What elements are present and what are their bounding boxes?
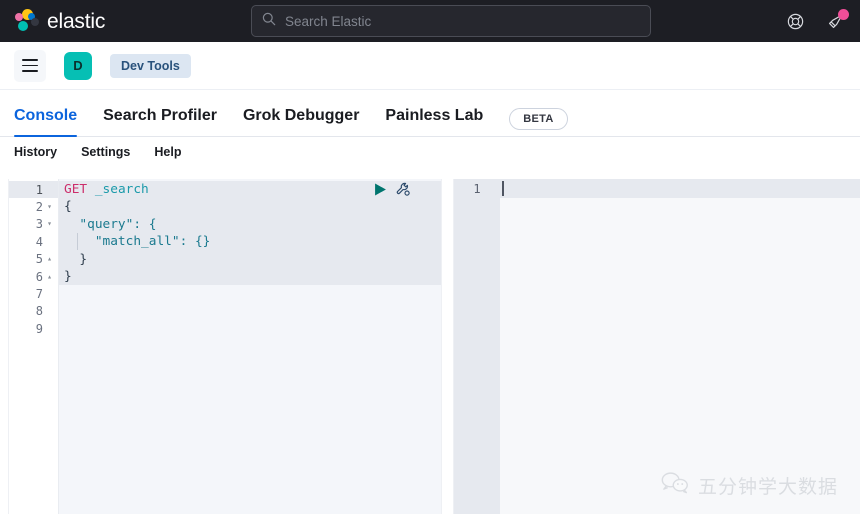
endpoint-path-token: _search	[87, 182, 149, 197]
output-gutter: 1	[454, 179, 500, 514]
response-output[interactable]: 1	[454, 179, 860, 514]
gutter-line[interactable]: 5▴	[9, 251, 58, 268]
fold-toggle-icon[interactable]: ▴	[46, 273, 53, 281]
gutter-line[interactable]: 9▾	[9, 320, 58, 337]
output-current-line-highlight	[500, 179, 860, 198]
tab-painless-lab[interactable]: Painless Lab	[385, 107, 483, 136]
code-line[interactable]: "query": {	[59, 216, 441, 233]
output-text-caret	[502, 181, 504, 196]
gutter-line-number: 4	[36, 235, 43, 249]
notification-badge	[838, 9, 849, 20]
pane-resize-handle[interactable]	[441, 179, 454, 514]
breadcrumb-bar: D Dev Tools	[0, 42, 860, 90]
left-rail	[0, 179, 9, 514]
beta-badge: BETA	[509, 108, 567, 130]
wrench-context-menu-icon[interactable]	[396, 182, 411, 197]
gutter-line-number: 5	[36, 252, 43, 266]
search-icon	[262, 12, 276, 31]
megaphone-announcement-icon[interactable]	[822, 8, 848, 34]
tab-bar: Console Search Profiler Grok Debugger Pa…	[0, 90, 860, 137]
indent-guide	[77, 233, 78, 250]
code-text: {	[64, 199, 72, 214]
code-line[interactable]: }	[59, 251, 441, 268]
fold-toggle-icon[interactable]: ▾	[46, 220, 53, 228]
gutter-line[interactable]: 6▴	[9, 268, 58, 285]
console-workspace: 1▾ 2▾ 3▾ 4▾ 5▴ 6▴ 7▾ 8▾ 9▾ GET _search {…	[0, 179, 860, 514]
request-editor[interactable]: 1▾ 2▾ 3▾ 4▾ 5▴ 6▴ 7▾ 8▾ 9▾ GET _search {…	[9, 179, 441, 514]
editor-empty-space[interactable]	[59, 285, 441, 514]
http-method-token: GET	[64, 182, 87, 197]
editor-gutter: 1▾ 2▾ 3▾ 4▾ 5▴ 6▴ 7▾ 8▾ 9▾	[9, 179, 59, 514]
gutter-line-number: 3	[36, 217, 43, 231]
gutter-line-number: 1	[36, 183, 43, 197]
gutter-line[interactable]: 2▾	[9, 198, 58, 215]
code-line[interactable]: {	[59, 198, 441, 215]
code-text: }	[64, 269, 72, 284]
code-line[interactable]: }	[59, 268, 441, 285]
search-box[interactable]: Search Elastic	[251, 5, 651, 37]
fold-toggle-icon[interactable]: ▴	[46, 255, 53, 263]
search-input[interactable]: Search Elastic	[285, 14, 371, 29]
tab-grok-debugger[interactable]: Grok Debugger	[243, 107, 359, 136]
editor-code-area[interactable]: GET _search { "query": { "match_all": {}…	[59, 179, 441, 514]
gutter-line[interactable]: 1▾	[9, 181, 58, 198]
gutter-line-number: 8	[36, 304, 43, 318]
submenu-item-history[interactable]: History	[14, 145, 57, 159]
hamburger-menu-icon[interactable]	[14, 50, 46, 82]
gutter-line-number: 9	[36, 322, 43, 336]
fold-toggle-icon[interactable]: ▾	[46, 203, 53, 211]
gutter-line[interactable]: 8▾	[9, 303, 58, 320]
breadcrumb-item-dev-tools[interactable]: Dev Tools	[110, 54, 191, 78]
code-line[interactable]: "match_all": {}	[59, 233, 441, 250]
gutter-line-number: 7	[36, 287, 43, 301]
avatar[interactable]: D	[64, 52, 92, 80]
global-header: elastic Search Elastic	[0, 0, 860, 42]
gutter-line-number: 1	[454, 181, 500, 198]
brand-name: elastic	[47, 11, 105, 32]
submenu-item-settings[interactable]: Settings	[81, 145, 130, 159]
code-text: "query": {	[64, 217, 156, 232]
gutter-line-number: 2	[36, 200, 43, 214]
output-empty-space[interactable]	[500, 198, 860, 514]
editor-action-buttons	[374, 182, 411, 197]
tab-search-profiler[interactable]: Search Profiler	[103, 107, 217, 136]
brand[interactable]: elastic	[14, 9, 224, 33]
header-actions	[782, 0, 848, 42]
code-text: }	[64, 252, 87, 267]
global-search[interactable]: Search Elastic	[251, 5, 651, 37]
gutter-line[interactable]: 3▾	[9, 216, 58, 233]
submenu-item-help[interactable]: Help	[154, 145, 181, 159]
gutter-line[interactable]: 4▾	[9, 233, 58, 250]
console-submenu: History Settings Help	[0, 137, 860, 167]
tab-console[interactable]: Console	[14, 107, 77, 136]
lifebuoy-help-icon[interactable]	[782, 8, 808, 34]
play-run-request-icon[interactable]	[374, 183, 387, 196]
elastic-logo-icon	[14, 9, 38, 33]
gutter-line[interactable]: 7▾	[9, 285, 58, 302]
code-text: "match_all": {}	[64, 234, 210, 249]
gutter-line-number: 6	[36, 270, 43, 284]
output-body[interactable]	[500, 179, 860, 514]
